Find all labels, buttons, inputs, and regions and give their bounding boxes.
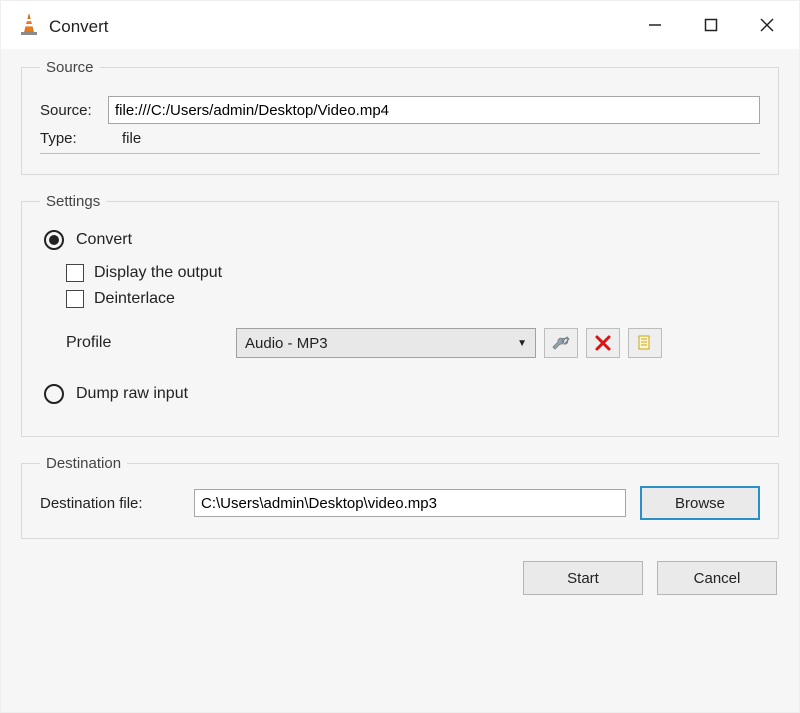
new-profile-button[interactable] <box>628 328 662 358</box>
profile-row: Profile Audio - MP3 ▼ <box>66 328 760 358</box>
convert-radio[interactable]: Convert <box>44 230 760 250</box>
convert-radio-label: Convert <box>76 231 132 249</box>
dump-raw-input-radio[interactable]: Dump raw input <box>44 384 760 404</box>
chevron-down-icon: ▼ <box>517 338 527 349</box>
cancel-button[interactable]: Cancel <box>657 561 777 595</box>
checkbox-icon <box>66 290 84 308</box>
display-output-checkbox[interactable]: Display the output <box>66 264 760 282</box>
destination-legend: Destination <box>40 455 127 472</box>
radio-icon <box>44 384 64 404</box>
destination-group: Destination Destination file: Browse <box>21 455 779 539</box>
source-legend: Source <box>40 59 100 76</box>
deinterlace-checkbox[interactable]: Deinterlace <box>66 290 760 308</box>
checkbox-icon <box>66 264 84 282</box>
radio-icon <box>44 230 64 250</box>
type-label: Type: <box>40 130 108 147</box>
maximize-button[interactable] <box>683 5 739 45</box>
window-title: Convert <box>39 14 627 37</box>
source-row: Source: <box>40 96 760 124</box>
dump-raw-input-label: Dump raw input <box>76 385 188 403</box>
destination-file-label: Destination file: <box>40 495 180 512</box>
start-button-label: Start <box>567 570 599 587</box>
cancel-button-label: Cancel <box>694 570 741 587</box>
type-row: Type: file <box>40 130 760 154</box>
browse-button-label: Browse <box>675 495 725 512</box>
start-button[interactable]: Start <box>523 561 643 595</box>
display-output-label: Display the output <box>94 264 222 282</box>
profile-label: Profile <box>66 334 236 352</box>
profile-select[interactable]: Audio - MP3 ▼ <box>236 328 536 358</box>
source-group: Source Source: Type: file <box>21 59 779 175</box>
dialog-body: Source Source: Type: file Settings Conve… <box>1 49 799 712</box>
delete-profile-button[interactable] <box>586 328 620 358</box>
close-button[interactable] <box>739 5 795 45</box>
browse-button[interactable]: Browse <box>640 486 760 520</box>
destination-file-input[interactable] <box>194 489 626 517</box>
new-file-icon <box>636 334 654 352</box>
source-input[interactable] <box>108 96 760 124</box>
settings-legend: Settings <box>40 193 106 210</box>
destination-row: Destination file: Browse <box>40 486 760 520</box>
settings-group: Settings Convert Display the output Dein… <box>21 193 779 437</box>
minimize-button[interactable] <box>627 5 683 45</box>
window: Convert Source Source: Type: file Settin… <box>0 0 800 713</box>
delete-icon <box>595 335 611 351</box>
tools-icon <box>552 334 570 352</box>
source-label: Source: <box>40 102 108 119</box>
deinterlace-label: Deinterlace <box>94 290 175 308</box>
type-value: file <box>108 130 141 147</box>
profile-value: Audio - MP3 <box>245 335 328 352</box>
dialog-footer: Start Cancel <box>21 557 779 595</box>
edit-profile-button[interactable] <box>544 328 578 358</box>
vlc-cone-icon <box>19 13 39 37</box>
titlebar: Convert <box>1 1 799 49</box>
